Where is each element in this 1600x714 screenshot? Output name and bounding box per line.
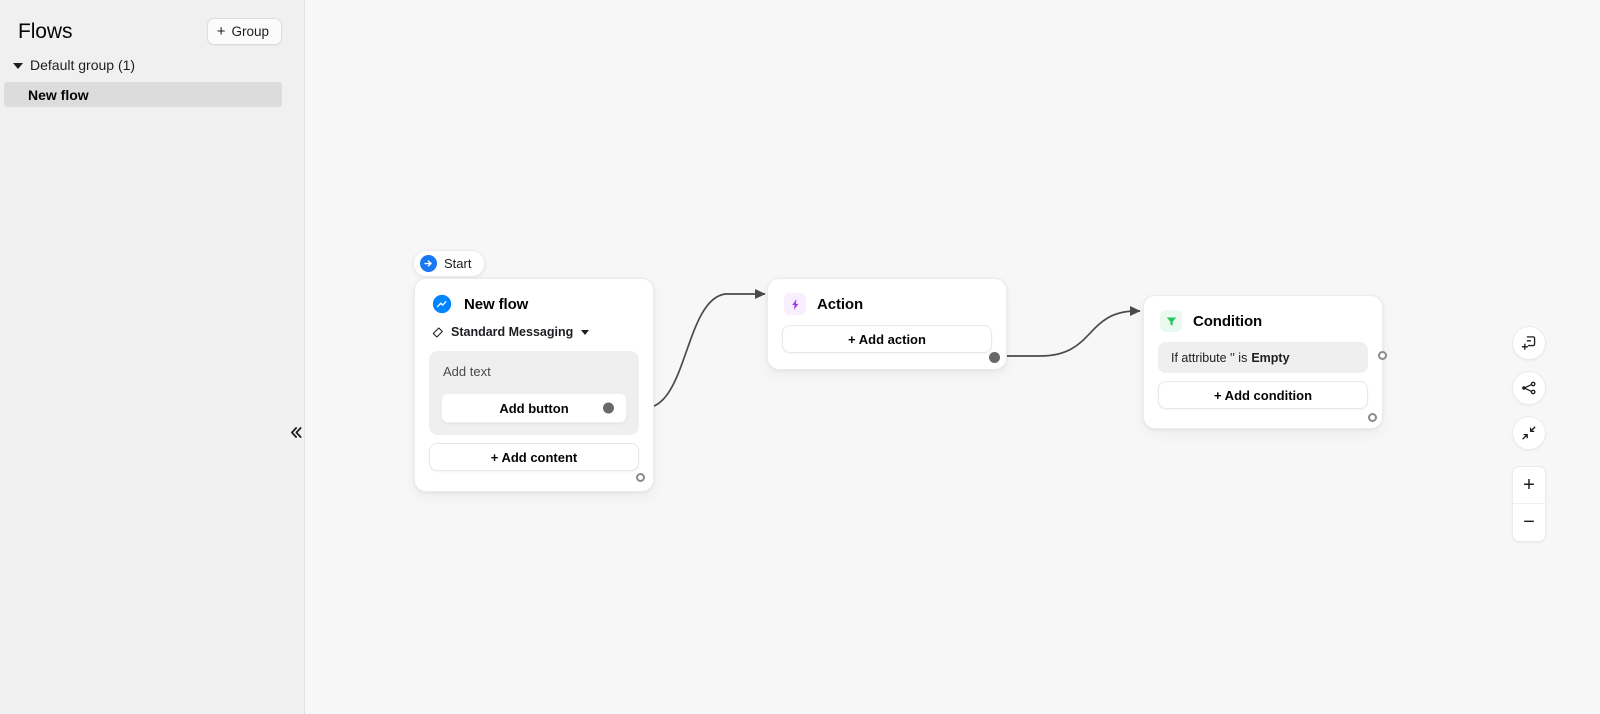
add-condition-button[interactable]: + Add condition [1158, 381, 1368, 409]
add-button-label: Add button [499, 401, 568, 416]
tag-icon [431, 326, 444, 339]
add-button-item[interactable]: Add button [441, 393, 627, 423]
node-title: Condition [1193, 313, 1262, 330]
funnel-icon [1160, 310, 1182, 332]
condition-value: Empty [1251, 351, 1289, 365]
group-label: Default group (1) [30, 57, 135, 73]
lightning-bolt-icon [784, 293, 806, 315]
add-condition-label: + Add condition [1214, 388, 1312, 403]
zoom-out-label: − [1523, 511, 1535, 534]
messaging-type-label: Standard Messaging [451, 325, 573, 339]
condition-row[interactable]: If attribute '' is Empty [1158, 342, 1368, 373]
tree-layout-button[interactable] [1512, 371, 1546, 405]
add-node-icon [1520, 334, 1538, 352]
output-handle-condition[interactable] [1368, 413, 1377, 422]
zoom-in-label: + [1523, 474, 1535, 497]
output-handle-new-flow[interactable] [636, 473, 645, 482]
node-header: Action [768, 279, 1006, 325]
caret-down-icon [13, 63, 23, 69]
sidebar-item-new-flow[interactable]: New flow [4, 82, 282, 107]
output-handle-action[interactable] [989, 352, 1000, 363]
fit-view-button[interactable] [1512, 416, 1546, 450]
page-title: Flows [18, 21, 72, 42]
node-new-flow[interactable]: New flow Standard Messaging Add text Add… [414, 278, 654, 492]
collapse-arrows-icon [1520, 424, 1538, 442]
node-title: New flow [464, 296, 528, 313]
message-content-block: Add text Add button [429, 351, 639, 435]
start-label: Start [444, 256, 471, 271]
arrow-right-circle-icon [420, 255, 437, 272]
add-content-label: + Add content [491, 450, 578, 465]
chevron-down-icon [581, 330, 589, 335]
add-content-button[interactable]: + Add content [429, 443, 639, 471]
group-default-group[interactable]: Default group (1) [0, 55, 304, 75]
add-text-placeholder[interactable]: Add text [441, 364, 627, 393]
start-badge[interactable]: Start [413, 250, 485, 277]
canvas-toolbar: + − [1512, 326, 1546, 542]
output-handle-add-button[interactable] [603, 403, 614, 414]
hierarchy-icon [1520, 379, 1538, 397]
add-action-button[interactable]: + Add action [782, 325, 992, 353]
node-title: Action [817, 296, 863, 313]
chevron-double-left-icon [289, 425, 304, 440]
messenger-icon [431, 293, 453, 315]
node-header: Condition [1144, 296, 1382, 342]
zoom-out-button[interactable]: − [1513, 504, 1545, 541]
sidebar-header: Flows + Group [0, 0, 304, 45]
messaging-type-selector[interactable]: Standard Messaging [415, 325, 653, 351]
flow-item-label: New flow [28, 87, 89, 103]
add-group-button[interactable]: + Group [207, 18, 282, 45]
zoom-in-button[interactable]: + [1513, 467, 1545, 504]
node-action[interactable]: Action + Add action [767, 278, 1007, 370]
add-action-label: + Add action [848, 332, 926, 347]
add-node-button[interactable] [1512, 326, 1546, 360]
node-condition[interactable]: Condition If attribute '' is Empty + Add… [1143, 295, 1383, 429]
plus-icon: + [217, 24, 226, 39]
output-handle-condition-row[interactable] [1378, 351, 1387, 360]
edge-action-to-condition [1004, 311, 1140, 356]
node-header: New flow [415, 279, 653, 325]
condition-prefix: If attribute '' is [1171, 351, 1247, 365]
flow-canvas[interactable]: Start New flow Standard Messaging [305, 0, 1600, 714]
sidebar: Flows + Group Default group (1) New flow [0, 0, 305, 714]
flow-builder-app: Flows + Group Default group (1) New flow [0, 0, 1600, 714]
zoom-controls: + − [1512, 466, 1546, 542]
add-group-label: Group [231, 24, 269, 39]
